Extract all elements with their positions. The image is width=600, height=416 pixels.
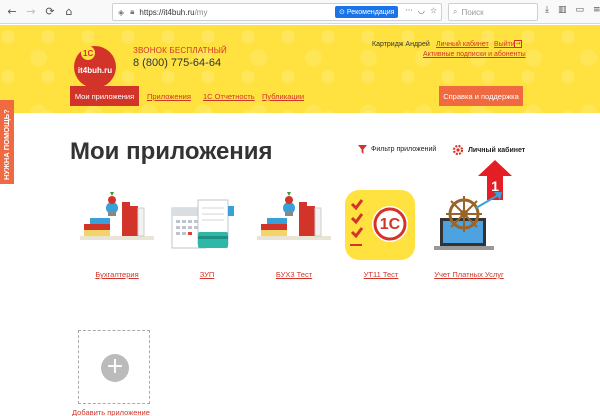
exit-link[interactable]: Выйти (494, 41, 515, 48)
user-name: Картридж Андрей (372, 41, 430, 48)
filter-apps-button[interactable]: Фильтр приложений (358, 145, 436, 154)
download-icon[interactable]: ⤓ (545, 5, 549, 15)
app-card-paid-services[interactable]: Учет Платных Услуг (430, 188, 508, 279)
back-icon[interactable]: ← (5, 5, 19, 19)
search-input[interactable]: ⌕ Поиск (448, 3, 538, 21)
phone-number: 8 (800) 775-64-64 (133, 57, 222, 69)
personal-cabinet-button[interactable]: Личный кабинет (452, 144, 525, 156)
add-app-link[interactable]: Добавить приложение (72, 408, 150, 416)
buh3-app-icon (257, 192, 331, 240)
need-help-label: НУЖНА ПОМОЩЬ? (2, 109, 11, 180)
app-card-accounting[interactable]: Бухгалтерия (78, 188, 156, 279)
nav-apps[interactable]: Приложения (147, 92, 191, 101)
ut11-app-icon: 1С (345, 190, 415, 260)
url-text[interactable]: https://it4buh.ru/my (139, 8, 207, 17)
help-support-button[interactable]: Справка и поддержка (439, 86, 523, 106)
svg-text:1С: 1С (380, 216, 401, 233)
recommendation-badge[interactable]: ⊙ Рекомендация (335, 6, 399, 18)
nav-reports[interactable]: 1С Отчетность (203, 92, 255, 101)
logo-badge: 1С (83, 49, 93, 58)
address-bar[interactable]: ◈ 🔒︎ https://it4buh.ru/my ⊙ Рекомендация… (112, 3, 442, 21)
library-icon[interactable]: ▥ (558, 5, 567, 15)
bookmark-star-icon[interactable]: ☆ (430, 6, 437, 15)
app-label[interactable]: УТ11 Тест (332, 270, 430, 279)
forward-icon[interactable]: → (24, 5, 38, 19)
app-card-buh3-test[interactable]: БУХ3 Тест (255, 188, 333, 279)
home-icon[interactable]: ⌂ (62, 5, 76, 19)
add-app-tile[interactable]: + (78, 330, 150, 404)
location-pin-icon: ⊙ (339, 9, 345, 16)
sidebar-icon[interactable]: ▭ (576, 5, 585, 15)
page-title: Мои приложения (70, 138, 273, 165)
site-logo[interactable]: 1С it4buh.ru (72, 43, 118, 89)
reco-label: Рекомендация (346, 8, 395, 16)
filter-icon (358, 145, 367, 154)
menu-icon[interactable]: ≡ (593, 5, 600, 15)
gear-icon (452, 144, 464, 156)
paid-services-app-icon (434, 192, 502, 250)
nav-publications[interactable]: Публикации (262, 92, 304, 101)
pocket-icon[interactable]: ◡ (418, 6, 425, 15)
cabinet-label: Личный кабинет (468, 146, 526, 154)
search-placeholder: Поиск (461, 7, 484, 17)
lock-icon[interactable]: 🔒︎ (130, 7, 134, 17)
header-cabinet-link[interactable]: Личный кабинет (436, 41, 489, 48)
app-card-ut11-test[interactable]: 1С УТ11 Тест (342, 188, 420, 279)
more-actions-icon[interactable]: ··· (405, 6, 413, 15)
nav-my-apps[interactable]: Мои приложения (70, 86, 139, 106)
app-label[interactable]: Бухгалтерия (68, 270, 166, 279)
site-header: 1С it4buh.ru ЗВОНОК БЕСПЛАТНЫЙ 8 (800) 7… (0, 25, 600, 113)
shield-icon[interactable]: ◈ (118, 8, 124, 17)
exit-icon[interactable]: → (514, 40, 522, 48)
subscriptions-link[interactable]: Активные подписки и абоненты (423, 51, 526, 58)
app-label[interactable]: Учет Платных Услуг (420, 270, 518, 279)
app-card-zup[interactable]: ЗУП (168, 188, 246, 279)
logo-text: it4buh.ru (78, 66, 112, 75)
plus-icon: + (101, 354, 129, 382)
search-icon: ⌕ (453, 7, 458, 16)
filter-label: Фильтр приложений (371, 146, 437, 153)
app-label[interactable]: БУХ3 Тест (245, 270, 343, 279)
need-help-tab[interactable]: НУЖНА ПОМОЩЬ? (0, 100, 14, 184)
zup-app-icon (171, 199, 234, 249)
reload-icon[interactable]: ⟳ (43, 5, 57, 19)
app-label[interactable]: ЗУП (158, 270, 256, 279)
phone-label: ЗВОНОК БЕСПЛАТНЫЙ (133, 46, 227, 55)
accounting-app-icon (80, 192, 154, 240)
